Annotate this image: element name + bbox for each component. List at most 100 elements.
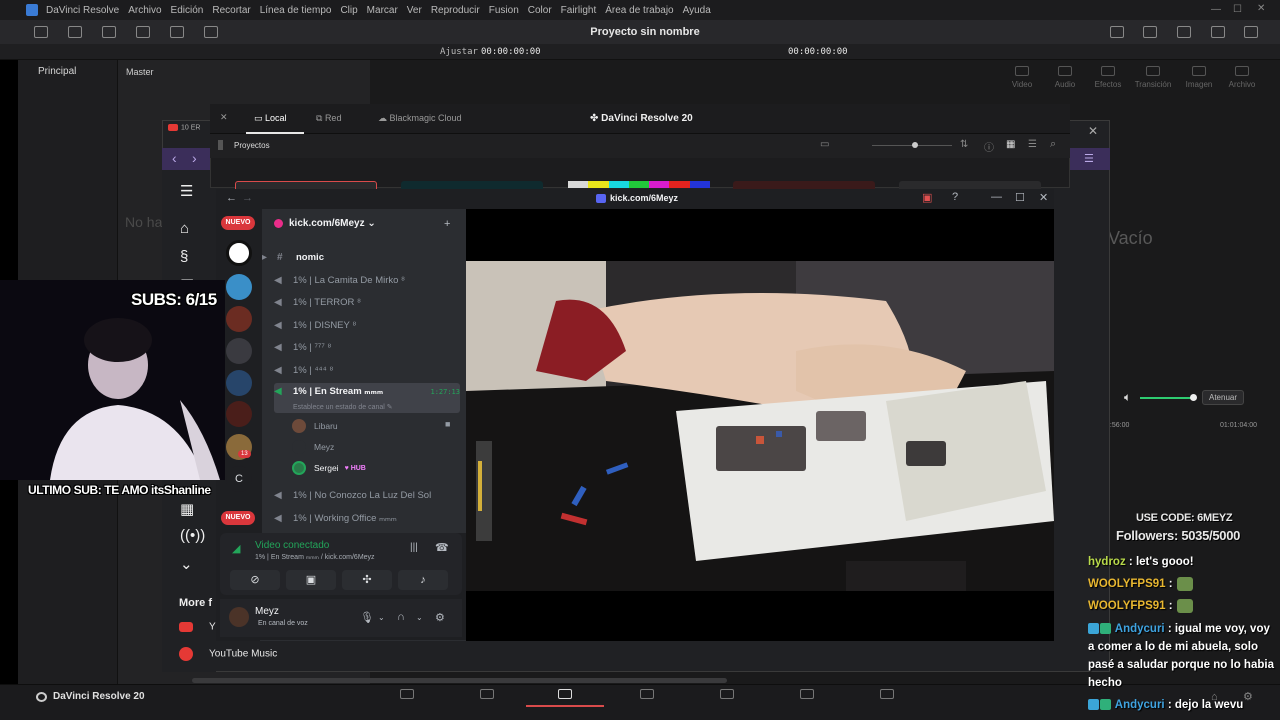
media-page-icon[interactable] (400, 689, 414, 699)
disconnect-icon[interactable]: ☎ (435, 541, 449, 554)
youtube-link[interactable]: Y (179, 621, 216, 633)
settings-icon[interactable]: ⚙ (435, 611, 445, 624)
volume-knob[interactable] (1190, 394, 1197, 401)
close-icon[interactable]: ✕ (220, 112, 228, 123)
fairlight-page-icon[interactable] (800, 689, 814, 699)
forward-icon[interactable]: › (192, 150, 197, 166)
effects-icon[interactable] (68, 26, 82, 38)
soundboard-button[interactable]: ♪ (398, 570, 448, 590)
tool-imagen[interactable]: Imagen (1179, 66, 1219, 89)
server-icon[interactable] (226, 240, 252, 266)
chevron-down-icon[interactable] (1244, 26, 1258, 38)
color-bars-thumb[interactable] (568, 181, 710, 188)
voice-channel[interactable]: ◀︎ 1% | ⁴⁴⁴ ⁸ (274, 360, 460, 380)
microphone-icon[interactable]: 🎙︎ (360, 611, 374, 624)
thumb-size-knob[interactable] (912, 142, 918, 148)
tool-video[interactable]: Video (1002, 66, 1042, 89)
help-icon[interactable]: ? (952, 191, 958, 203)
menu-item-fairlight[interactable]: Fairlight (561, 5, 597, 16)
live-icon[interactable]: ((•)) (180, 527, 205, 544)
maximize-icon[interactable]: ☐ (1015, 191, 1025, 204)
cut-page-icon[interactable] (480, 689, 494, 699)
hamburger-icon[interactable]: ☰ (180, 182, 193, 200)
voice-channel[interactable]: ◀︎ 1% | TERROR ⁸ (274, 292, 460, 312)
back-icon[interactable]: ← (226, 192, 237, 204)
inspector-icon[interactable] (204, 26, 218, 38)
server-icon[interactable] (226, 338, 252, 364)
menu-item-ayuda[interactable]: Ayuda (683, 5, 711, 16)
list-icon[interactable] (136, 26, 150, 38)
screen-share-icon[interactable]: ▣ (922, 191, 932, 204)
color-page-icon[interactable] (720, 689, 734, 699)
menu-item-clip[interactable]: Clip (340, 5, 357, 16)
back-icon[interactable]: ‹ (172, 150, 177, 166)
menu-item-app[interactable]: DaVinci Resolve (46, 5, 119, 16)
mixer-icon[interactable] (1143, 26, 1157, 38)
zoom-select[interactable]: Ajustar (440, 47, 478, 57)
menu-item-linea-tiempo[interactable]: Línea de tiempo (260, 5, 332, 16)
home-icon[interactable]: ⌂ (180, 220, 189, 237)
tab-local[interactable]: ▭ Local (254, 113, 287, 124)
stream-video[interactable] (466, 261, 1054, 591)
camera-off-button[interactable]: ⊘ (230, 570, 280, 590)
add-member-icon[interactable]: + (444, 218, 450, 230)
tool-efectos[interactable]: Efectos (1088, 66, 1128, 89)
menu-item-area-trabajo[interactable]: Área de trabajo (605, 5, 673, 16)
menu-icon[interactable]: ☰ (1084, 152, 1094, 165)
menu-item-edicion[interactable]: Edición (171, 5, 204, 16)
grid-view-icon[interactable]: ▦ (1006, 139, 1015, 150)
headphones-icon[interactable]: ∩ (397, 611, 405, 623)
sidebar-toggle-icon[interactable] (218, 140, 223, 150)
tools-icon[interactable] (1211, 26, 1225, 38)
minimize-icon[interactable]: — (991, 191, 1002, 203)
folder-icon[interactable]: ▭ (820, 139, 829, 150)
server-icon[interactable]: C (226, 466, 252, 492)
menu-item-archivo[interactable]: Archivo (128, 5, 161, 16)
tab-blackmagic-cloud[interactable]: ☁ Blackmagic Cloud (378, 113, 462, 124)
info-icon[interactable]: ⓘ (984, 139, 994, 154)
youtube-music-link[interactable]: YouTube Music (179, 647, 277, 661)
minimize-icon[interactable]: — (1211, 4, 1221, 15)
voice-channel[interactable]: ◀︎ 1% | DISNEY ⁸ (274, 315, 460, 335)
edit-index-icon[interactable] (102, 26, 116, 38)
maximize-icon[interactable]: ☐ (1233, 4, 1242, 15)
deliver-page-icon[interactable] (880, 689, 894, 699)
attenuate-button[interactable]: Atenuar (1202, 390, 1245, 405)
bin-header[interactable]: Principal (18, 60, 117, 83)
close-icon[interactable]: ✕ (1039, 191, 1048, 204)
browser-tab[interactable]: 10 ER (168, 124, 208, 138)
sort-icon[interactable]: ⇅ (960, 139, 968, 150)
chevron-down-icon[interactable]: ⌄ (416, 613, 423, 622)
voice-channel[interactable]: ◀︎ 1% | No Conozco La Luz Del Sol (274, 485, 460, 505)
master-bin-header[interactable]: Master (118, 60, 370, 84)
voice-user[interactable]: Sergei ♥ HUB (292, 459, 366, 477)
server-icon[interactable] (226, 306, 252, 332)
category-header[interactable]: ▸ # nomic (262, 247, 460, 267)
server-icon[interactable] (226, 274, 252, 300)
menu-item-color[interactable]: Color (528, 5, 552, 16)
channel-status-text[interactable]: Establece un estado de canal ✎ (293, 403, 393, 411)
forward-icon[interactable]: → (242, 192, 253, 204)
activities-button[interactable]: ✣ (342, 570, 392, 590)
voice-user[interactable]: Meyz (292, 438, 334, 456)
upload-icon[interactable] (1110, 26, 1124, 38)
sound-library-icon[interactable] (170, 26, 184, 38)
menu-item-fusion[interactable]: Fusion (489, 5, 519, 16)
voice-channel[interactable]: ◀︎ 1% | La Camita De Mirko ⁸ (274, 270, 460, 290)
menu-item-recortar[interactable]: Recortar (212, 5, 250, 16)
menu-item-reproducir[interactable]: Reproducir (431, 5, 480, 16)
metadata-icon[interactable] (1177, 26, 1191, 38)
tool-audio[interactable]: Audio (1045, 66, 1085, 89)
server-icon[interactable] (226, 370, 252, 396)
voice-channel[interactable]: ◀︎ 1% | Working Office ₘₘₘ (274, 508, 460, 528)
horizontal-scrollbar[interactable] (192, 678, 727, 683)
search-icon[interactable]: ⌕ (1050, 138, 1056, 151)
avatar[interactable] (229, 607, 249, 627)
speaker-icon[interactable]: 🔈︎ (1124, 390, 1131, 405)
noise-suppression-icon[interactable]: ||| (410, 542, 418, 553)
server-icon[interactable] (226, 401, 252, 427)
edit-page-icon[interactable] (558, 689, 572, 699)
signal-icon[interactable]: ◢ (232, 542, 240, 555)
voice-user[interactable]: Libaru (292, 417, 338, 435)
close-icon[interactable]: ✕ (1257, 3, 1265, 14)
